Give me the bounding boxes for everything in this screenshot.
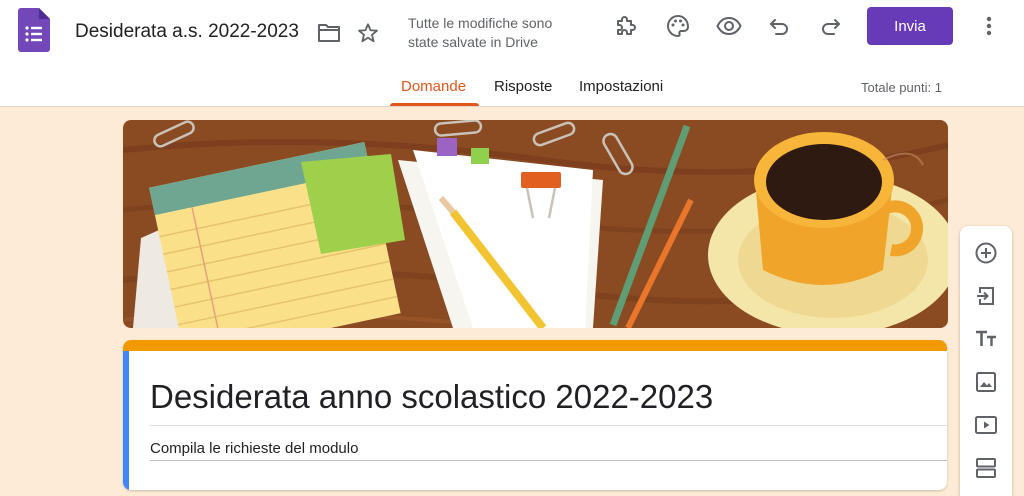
more-vert-icon[interactable] bbox=[978, 14, 1000, 38]
card-accent-top bbox=[123, 340, 947, 351]
add-title-icon[interactable] bbox=[974, 327, 998, 351]
add-question-icon[interactable] bbox=[974, 241, 998, 265]
tab-impostazioni[interactable]: Impostazioni bbox=[579, 78, 663, 95]
folder-icon[interactable] bbox=[316, 22, 342, 44]
card-focus-indicator bbox=[123, 351, 129, 490]
active-tab-indicator bbox=[390, 103, 479, 106]
add-image-icon[interactable] bbox=[974, 370, 998, 394]
add-video-icon[interactable] bbox=[974, 413, 998, 437]
description-underline bbox=[150, 460, 947, 461]
tab-domande[interactable]: Domande bbox=[401, 78, 466, 95]
palette-icon[interactable] bbox=[665, 13, 691, 39]
save-status-text: Tutte le modifiche sono state salvate in… bbox=[408, 15, 553, 50]
preview-eye-icon[interactable] bbox=[715, 13, 743, 39]
form-description-input[interactable]: Compila le richieste del modulo bbox=[150, 440, 358, 457]
header-banner-image bbox=[123, 120, 948, 328]
forms-logo-icon[interactable] bbox=[18, 8, 50, 52]
total-points: Totale punti: 1 bbox=[861, 80, 942, 95]
title-divider bbox=[150, 425, 947, 426]
form-title-input[interactable]: Desiderata anno scolastico 2022-2023 bbox=[150, 378, 713, 416]
redo-icon[interactable] bbox=[818, 15, 842, 37]
addon-puzzle-icon[interactable] bbox=[613, 13, 639, 39]
send-button[interactable]: Invia bbox=[867, 7, 953, 45]
form-tabs: Domande Risposte Impostazioni Totale pun… bbox=[0, 66, 1024, 107]
top-app-bar: Desiderata a.s. 2022-2023 Tutte le modif… bbox=[0, 0, 1024, 107]
add-section-icon[interactable] bbox=[974, 456, 998, 480]
undo-icon[interactable] bbox=[768, 15, 792, 37]
document-title[interactable]: Desiderata a.s. 2022-2023 bbox=[75, 21, 299, 43]
tab-risposte[interactable]: Risposte bbox=[494, 78, 552, 95]
import-questions-icon[interactable] bbox=[974, 284, 998, 308]
side-toolbar bbox=[960, 226, 1012, 496]
form-title-card[interactable]: Desiderata anno scolastico 2022-2023 Com… bbox=[123, 340, 947, 490]
star-icon[interactable] bbox=[356, 21, 380, 45]
